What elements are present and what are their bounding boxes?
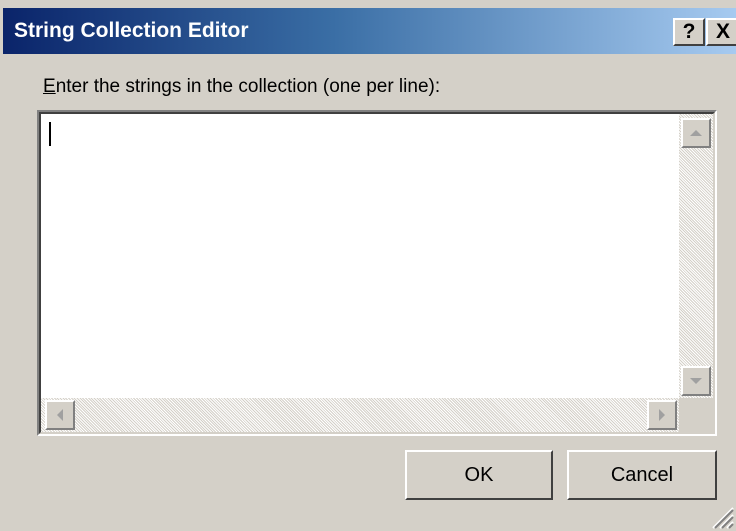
prompt-text: nter the strings in the collection (one … [55,76,441,97]
string-collection-editor-dialog: String Collection Editor ? X Enter the s… [0,0,736,531]
scroll-down-button[interactable] [681,366,711,396]
text-caret [49,122,51,146]
window-title: String Collection Editor [14,19,249,42]
prompt-label: Enter the strings in the collection (one… [43,76,440,98]
close-icon: X [715,20,730,43]
horizontal-scrollbar[interactable] [41,398,679,432]
scroll-right-button[interactable] [647,400,677,430]
help-icon: ? [682,20,696,43]
vertical-scrollbar[interactable] [679,114,713,398]
close-button[interactable]: X [706,18,736,46]
title-bar[interactable]: String Collection Editor ? X [3,8,736,54]
arrow-left-icon [57,409,63,421]
scroll-left-button[interactable] [45,400,75,430]
scrollbar-corner [679,398,713,432]
arrow-right-icon [659,409,665,421]
resize-grip-icon[interactable] [708,503,734,529]
ok-button[interactable]: OK [405,450,553,500]
help-button[interactable]: ? [673,18,705,46]
arrow-up-icon [690,130,702,136]
scroll-up-button[interactable] [681,118,711,148]
arrow-down-icon [690,378,702,384]
strings-textbox[interactable] [37,110,717,436]
textbox-frame [39,112,715,434]
cancel-button[interactable]: Cancel [567,450,717,500]
prompt-accelerator: E [43,76,56,97]
